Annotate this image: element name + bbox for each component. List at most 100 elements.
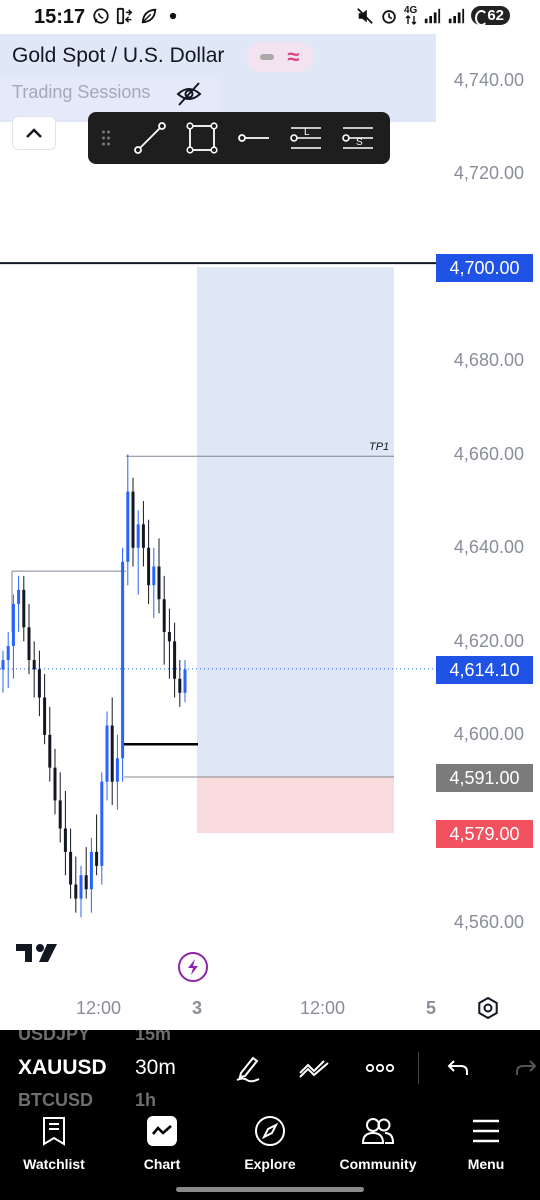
hide-indicator-icon[interactable] [175, 81, 203, 107]
toolbar-drag-handle[interactable] [88, 112, 124, 164]
current-symbol[interactable]: XAUUSD [18, 1056, 107, 1080]
tp1-label: TP1 [369, 441, 389, 453]
symbol-wheel-previous[interactable]: USDJPY [18, 1030, 90, 1045]
price-axis-label: 4,640.00 [453, 537, 524, 557]
undo-icon [447, 1060, 468, 1075]
candle-body [1, 660, 5, 670]
symbol-status-pill[interactable]: ≈ [246, 42, 314, 72]
candle-body [27, 627, 31, 661]
indicators-icon [299, 1060, 329, 1078]
price-axis-label: 4,660.00 [453, 444, 524, 464]
nav-menu[interactable]: Menu [432, 1114, 540, 1184]
interval-wheel-next[interactable]: 1h [135, 1090, 156, 1106]
pencil-icon [236, 1056, 260, 1083]
collapse-legend-button[interactable] [12, 116, 56, 150]
symbol-wheel-next[interactable]: BTCUSD [18, 1090, 93, 1106]
candle-body [157, 566, 161, 600]
dot-icon [169, 12, 177, 20]
candle-body [105, 725, 109, 782]
nav-watchlist[interactable]: Watchlist [0, 1114, 108, 1184]
entry-price-tag[interactable]: 4,591.00 [436, 764, 533, 792]
candle-body [84, 875, 88, 890]
candle-body [110, 725, 114, 782]
target-price-tag[interactable]: 4,700.00 [436, 254, 533, 282]
candle-body [22, 589, 26, 628]
tradingview-logo [16, 944, 57, 962]
settings-gear-icon[interactable] [476, 996, 500, 1020]
nav-label: Community [339, 1156, 417, 1172]
price-axis-label: 4,600.00 [453, 724, 524, 744]
signal-icon-2 [449, 8, 465, 23]
candle-body [183, 669, 187, 693]
symbol-title[interactable]: Gold Spot / U.S. Dollar [12, 44, 224, 68]
current-interval[interactable]: 30m [135, 1056, 176, 1080]
time-axis-label: 5 [426, 998, 437, 1018]
short-letter: S [356, 137, 363, 148]
time-axis-label: 12:00 [76, 998, 122, 1018]
home-indicator[interactable] [176, 1187, 364, 1192]
candle-body [74, 884, 78, 899]
redo-button[interactable] [508, 1050, 540, 1086]
candle-body [53, 767, 57, 801]
nav-label: Watchlist [23, 1156, 85, 1172]
nav-chart[interactable]: Chart [108, 1114, 216, 1184]
network-indicator: 4G [404, 6, 417, 25]
undo-button[interactable] [440, 1050, 476, 1086]
candle-body [173, 641, 177, 679]
drawing-toolbar: L S [88, 112, 390, 164]
network-type: 4G [403, 5, 418, 16]
short-position-icon: S [342, 127, 373, 149]
long-position-tool[interactable]: L [280, 112, 332, 164]
candle-body [95, 851, 99, 866]
long-position-icon: L [290, 127, 321, 149]
indicators-button[interactable] [296, 1050, 332, 1086]
more-dots-icon [365, 1063, 395, 1073]
stop-price-tag[interactable]: 4,579.00 [436, 820, 533, 848]
leaf-icon [141, 8, 157, 24]
more-options-button[interactable] [362, 1050, 398, 1086]
horizontal-ray-tool[interactable] [228, 112, 280, 164]
candle-body [63, 828, 67, 852]
candle-body [121, 561, 125, 759]
watchlist-icon [43, 1117, 65, 1146]
nav-explore[interactable]: Explore [216, 1114, 324, 1184]
rectangle-icon [186, 122, 218, 154]
horizontal-ray-icon [238, 134, 269, 142]
candle-body [167, 631, 171, 642]
transfer-icon [116, 7, 133, 25]
candle-body [178, 678, 182, 693]
menu-icon [473, 1119, 499, 1143]
chart-icon [147, 1116, 177, 1146]
interval-wheel-previous[interactable]: 15m [135, 1030, 171, 1045]
loss-zone [197, 776, 394, 834]
market-status-icon: ≈ [287, 44, 300, 69]
status-bar: 15:17 4G 62 [0, 0, 540, 34]
collapse-legend-icon [260, 54, 275, 60]
status-system-icons: 4G 62 [356, 6, 510, 26]
quick-actions-button[interactable] [178, 952, 208, 982]
candle-body [48, 734, 52, 768]
nav-label: Explore [244, 1156, 296, 1172]
candle-body [37, 669, 41, 698]
short-position-tool[interactable]: S [332, 112, 384, 164]
trend-line-icon [134, 122, 166, 154]
nav-community[interactable]: Community [324, 1114, 432, 1184]
candle-body [115, 758, 119, 782]
rectangle-tool[interactable] [176, 112, 228, 164]
candle-body [43, 697, 47, 735]
alarm-icon [382, 9, 396, 24]
trading-sessions-label[interactable]: Trading Sessions [12, 82, 150, 103]
chart-area[interactable]: TP1 Gold Spot / U.S. Dollar ≈ Trading Se… [0, 34, 540, 1030]
trend-line-tool[interactable] [124, 112, 176, 164]
drag-handle-icon [102, 130, 110, 146]
data-arrows-icon [405, 15, 417, 25]
mute-icon [357, 7, 373, 24]
long-letter: L [304, 127, 310, 138]
drawing-tools-button[interactable] [230, 1050, 266, 1086]
candle-body [162, 599, 166, 632]
status-notification-icons [92, 7, 182, 25]
battery-indicator: 62 [471, 6, 510, 26]
candle-body [17, 589, 21, 604]
last-price-tag[interactable]: 4,614.10 [436, 656, 533, 684]
candle-body [131, 491, 135, 548]
